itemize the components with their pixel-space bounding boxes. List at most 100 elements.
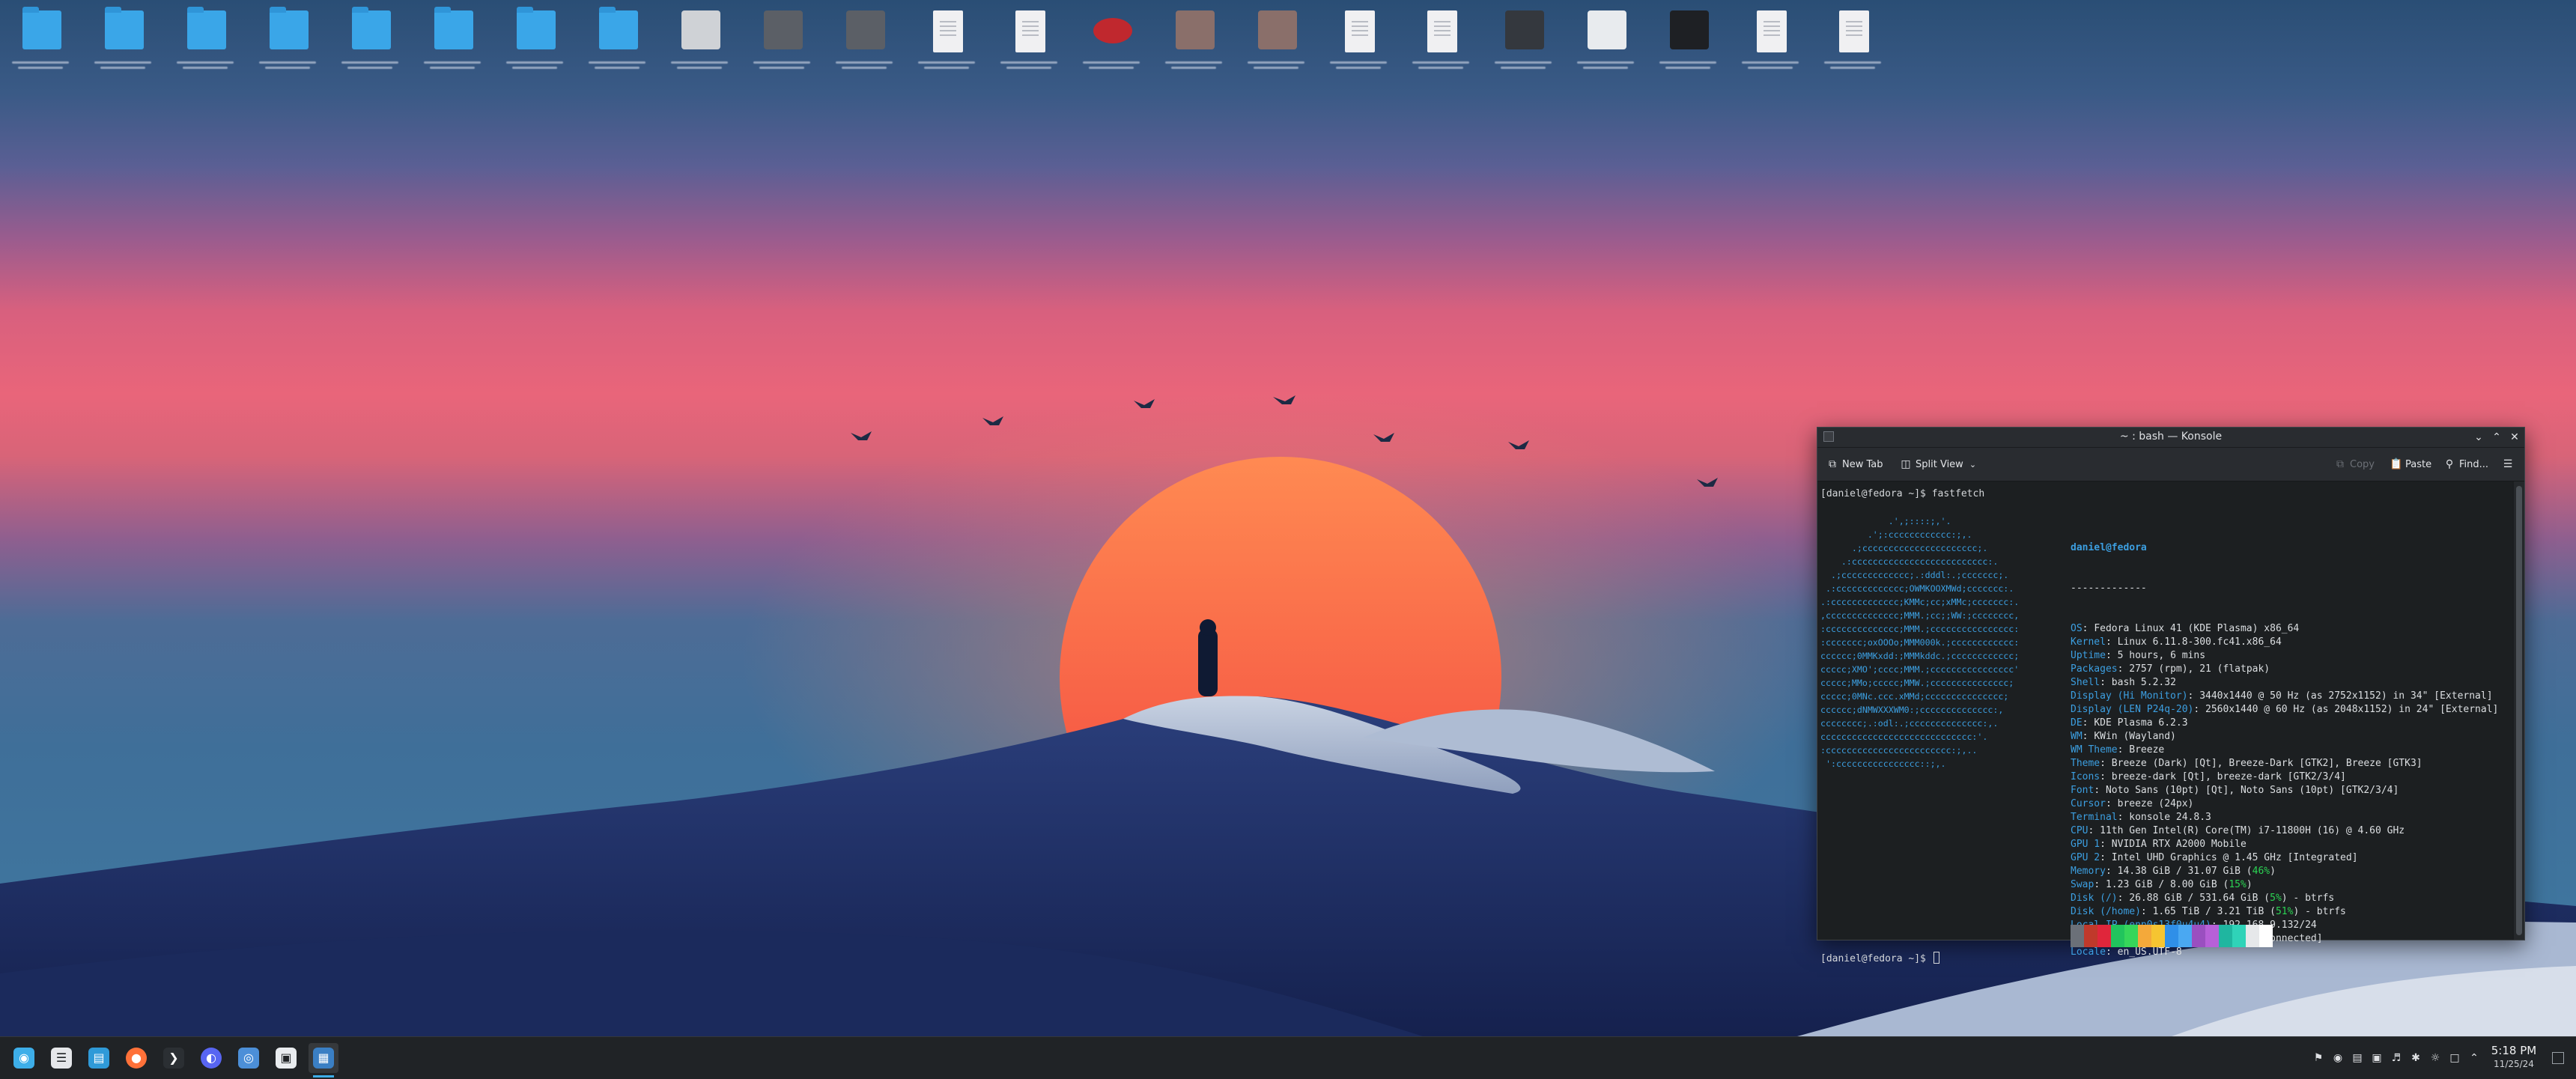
dolphin-icon[interactable]: ▤	[84, 1043, 114, 1073]
info-value: Intel UHD Graphics @ 1.45 GHz [Integrate…	[2111, 852, 2358, 863]
desktop-icon-label: item-11	[833, 58, 896, 78]
logo-line: cccccc;dNMWXXXWM0:;cccccccccccccc:,	[1820, 705, 2004, 715]
desktop-icon-1[interactable]: item-1	[6, 4, 75, 84]
desktop-icon-3[interactable]: item-3	[171, 4, 240, 84]
show-desktop-icon[interactable]	[2552, 1052, 2564, 1064]
desktop-icon-label: item-16	[1245, 58, 1307, 78]
desktop-icon-6[interactable]: item-6	[418, 4, 487, 84]
info-colon: :	[2105, 636, 2118, 648]
spectacle-icon[interactable]: ▦	[309, 1043, 338, 1078]
application-launcher-icon[interactable]: ◉	[9, 1043, 39, 1073]
logo-line: .';:cccccccccccc:;,.	[1820, 529, 1972, 540]
folder-icon	[105, 7, 144, 49]
desktop-icon-label: item-3	[174, 58, 237, 78]
separator: -------------	[2071, 583, 2147, 594]
info-tail: )	[2246, 879, 2253, 890]
desktop-icon-14[interactable]: item-14	[1077, 4, 1146, 84]
desktop-icon-22[interactable]: item-22	[1736, 4, 1805, 84]
split-view-button[interactable]: ◫ Split View ⌄	[1900, 456, 1976, 472]
new-tab-button[interactable]: ⧉ New Tab	[1826, 456, 1883, 472]
document-icon	[1015, 10, 1045, 52]
copy-button[interactable]: ⧉ Copy	[2334, 456, 2375, 472]
desktop-icon-20[interactable]: item-20	[1571, 4, 1640, 84]
clock-time: 5:18 PM	[2491, 1044, 2537, 1057]
desktop-icon-16[interactable]: item-16	[1242, 4, 1310, 84]
desktop-icon-10[interactable]: item-10	[747, 4, 816, 84]
desktop-icon-label: item-23	[1821, 58, 1884, 78]
paste-button[interactable]: 📋 Paste	[2390, 456, 2431, 472]
desktop-icon-12[interactable]: item-12	[912, 4, 981, 84]
desktop-icon-label: item-6	[421, 58, 484, 78]
konsole-window[interactable]: ~ : bash — Konsole ⌄ ⌃ ✕ ⧉ New Tab ◫ Split…	[1817, 427, 2525, 964]
hamburger-menu-icon[interactable]: ☰	[2502, 456, 2514, 472]
brightness-icon[interactable]: ☼	[2428, 1051, 2443, 1066]
palette-swatch	[2205, 925, 2219, 947]
info-colon: :	[2100, 852, 2112, 863]
window-title: ~ : bash — Konsole	[2119, 431, 2223, 443]
info-row: Display (Hi Monitor): 3440x1440 @ 50 Hz …	[2071, 690, 2498, 703]
info-colon: :	[2088, 825, 2100, 836]
palette-swatch	[2246, 925, 2259, 947]
info-value: 26.88 GiB / 531.64 GiB (	[2129, 893, 2270, 904]
desktop-icon-21[interactable]: item-21	[1653, 4, 1722, 84]
desktop-icon-15[interactable]: item-15	[1159, 4, 1228, 84]
desktop-icon-label: item-5	[338, 58, 401, 78]
maximize-icon[interactable]: ⌃	[2489, 430, 2504, 445]
desktop-icon-19[interactable]: item-19	[1489, 4, 1558, 84]
app-icon[interactable]: ◎	[234, 1043, 264, 1073]
info-key: Display (Hi Monitor)	[2071, 690, 2188, 702]
desktop-icon-13[interactable]: item-13	[994, 4, 1063, 84]
info-value: KDE Plasma 6.2.3	[2094, 717, 2188, 729]
info-key: GPU 2	[2071, 852, 2100, 863]
info-key: WM Theme	[2071, 744, 2118, 756]
info-colon: :	[2105, 866, 2118, 877]
firefox-icon[interactable]: ●	[121, 1043, 151, 1073]
desktop-icon-11[interactable]: item-11	[830, 4, 899, 84]
chevron-down-icon: ⌄	[1969, 460, 1977, 469]
info-key: Uptime	[2071, 650, 2106, 661]
bug-icon[interactable]: ⚑	[2311, 1051, 2326, 1066]
palette-swatch	[2259, 925, 2273, 947]
minimize-icon[interactable]: ⌄	[2471, 430, 2486, 445]
digital-clock[interactable]: 5:18 PM 11/25/24	[2485, 1043, 2543, 1070]
info-key: WM	[2071, 731, 2083, 742]
expand-tray-icon[interactable]: ⌃	[2467, 1051, 2482, 1066]
volume-icon[interactable]: ♬	[2389, 1051, 2404, 1066]
palette-swatch	[2071, 925, 2084, 947]
konsole-icon[interactable]: ❯	[159, 1043, 189, 1073]
discord-tray-icon[interactable]: ◉	[2330, 1051, 2345, 1066]
info-row: GPU 1: NVIDIA RTX A2000 Mobile	[2071, 838, 2498, 851]
info-value: Breeze	[2129, 744, 2165, 756]
network-icon[interactable]: □	[2447, 1051, 2462, 1066]
scrollbar-handle[interactable]	[2516, 486, 2522, 935]
find-button[interactable]: ⚲ Find...	[2443, 456, 2488, 472]
pager-icon[interactable]: ☰	[46, 1043, 76, 1073]
desktop-icon-23[interactable]: item-23	[1818, 4, 1887, 84]
close-icon[interactable]: ✕	[2507, 430, 2522, 445]
bluetooth-icon[interactable]: ✱	[2408, 1051, 2423, 1066]
discord-icon[interactable]: ◐	[196, 1043, 226, 1073]
info-key: Packages	[2071, 663, 2118, 675]
clipboard-icon[interactable]: ▤	[2350, 1051, 2365, 1066]
prompt-line[interactable]: [daniel@fedora ~]$	[1820, 952, 1939, 966]
title-bar[interactable]: ~ : bash — Konsole ⌄ ⌃ ✕	[1817, 428, 2524, 448]
desktop-icon-4[interactable]: item-4	[253, 4, 322, 84]
scrollbar[interactable]	[2514, 481, 2524, 940]
info-row: Swap: 1.23 GiB / 8.00 GiB (15%)	[2071, 878, 2498, 892]
desktop-icon-17[interactable]: item-17	[1324, 4, 1393, 84]
info-value: 1.23 GiB / 8.00 GiB (	[2105, 879, 2229, 890]
desktop-icon-label: item-19	[1492, 58, 1555, 78]
desktop-icon-8[interactable]: item-8	[583, 4, 651, 84]
info-key: Cursor	[2071, 798, 2106, 809]
logo-line: .:cccccccccccccccccccccccccc:.	[1820, 556, 1999, 567]
split-view-icon: ◫	[1901, 458, 1911, 470]
info-value: breeze (24px)	[2117, 798, 2194, 809]
app-icon[interactable]: ▣	[271, 1043, 301, 1073]
desktop-icon-18[interactable]: item-18	[1406, 4, 1475, 84]
terminal-area[interactable]: [daniel@fedora ~]$ fastfetch .',;::::;,'…	[1817, 481, 2512, 964]
storage-icon[interactable]: ▣	[2369, 1051, 2384, 1066]
desktop-icon-7[interactable]: item-7	[500, 4, 569, 84]
desktop-icon-2[interactable]: item-2	[88, 4, 157, 84]
desktop-icon-9[interactable]: item-9	[665, 4, 734, 84]
desktop-icon-5[interactable]: item-5	[335, 4, 404, 84]
